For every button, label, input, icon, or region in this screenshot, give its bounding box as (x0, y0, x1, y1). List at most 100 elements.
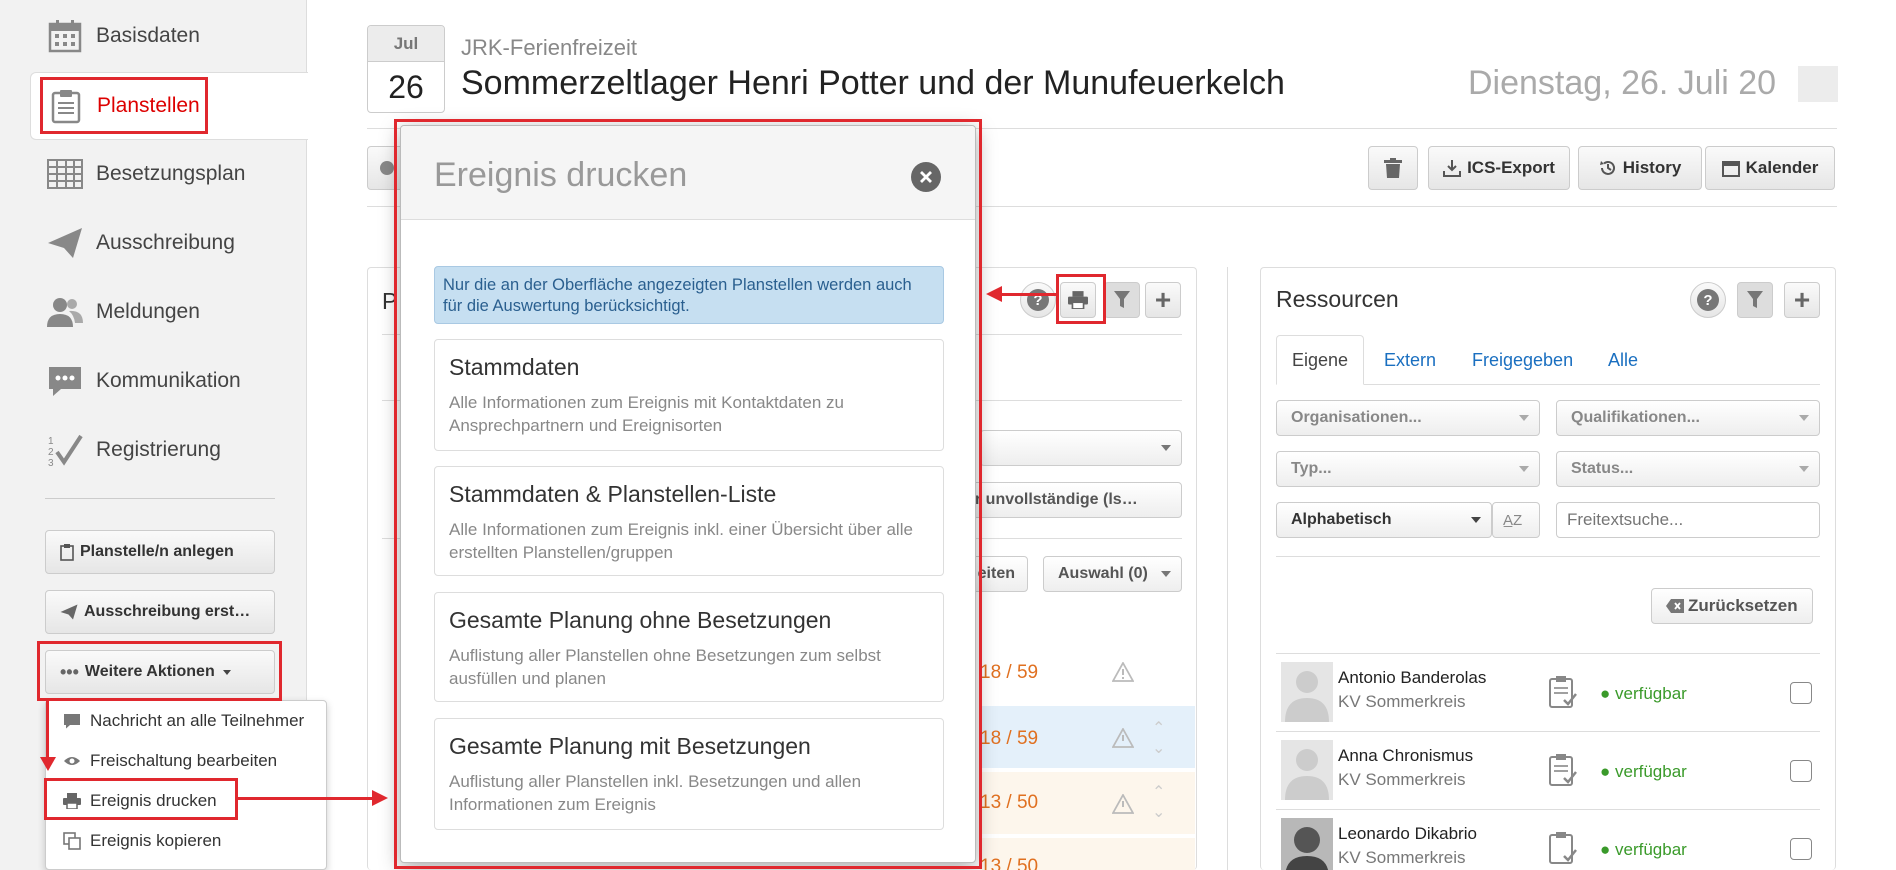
eye-icon (62, 751, 82, 771)
create-planstelle-button[interactable]: Planstelle/n anlegen (45, 530, 275, 574)
tab-extern[interactable]: Extern (1384, 350, 1436, 371)
printer-icon (1068, 291, 1088, 309)
calendar-button[interactable]: Kalender (1705, 146, 1835, 190)
button-label: Planstelle/n anlegen (80, 543, 234, 560)
help-button[interactable]: ? (1020, 282, 1056, 318)
more-actions-button[interactable]: ••• Weitere Aktionen (45, 650, 275, 694)
print-option-stammdaten[interactable]: Stammdaten Alle Informationen zum Ereign… (434, 339, 944, 451)
plus-icon: + (1154, 284, 1172, 315)
print-option-ohne-besetzungen[interactable]: Gesamte Planung ohne Besetzungen Auflist… (434, 592, 944, 702)
status-select[interactable]: Status... (1556, 451, 1820, 487)
table-row[interactable]: 18 / 59 ⌃ ⌄ (980, 706, 1195, 768)
menu-item-message-all[interactable]: Nachricht an alle Teilnehmer (46, 701, 326, 741)
sidebar-item-kommunikation[interactable]: Kommunikation (30, 347, 308, 415)
clipboard-icon (60, 543, 74, 561)
tab-alle[interactable]: Alle (1608, 350, 1638, 371)
button-label: Zurücksetzen (1688, 596, 1798, 615)
resource-row[interactable]: Anna Chronismus KV Sommerkreis ● verfügb… (1276, 731, 1820, 809)
filter-button[interactable] (1104, 282, 1140, 318)
organisations-select[interactable]: Organisationen... (1276, 400, 1540, 436)
annotation-arrow-line (1002, 293, 1056, 296)
annotation-arrowhead (372, 790, 388, 806)
sidebar-item-meldungen[interactable]: Meldungen (30, 278, 308, 346)
tab-freigegeben[interactable]: Freigegeben (1472, 350, 1573, 371)
menu-item-print-event[interactable]: Ereignis drucken (46, 781, 326, 821)
date-badge: Jul 26 (367, 25, 445, 113)
date-badge-day: 26 (388, 68, 424, 105)
filter-icon (1747, 291, 1763, 309)
table-row[interactable]: 13 / 50 (980, 838, 1195, 870)
clipboard-check-icon[interactable] (1548, 752, 1578, 793)
delete-button[interactable] (1368, 146, 1418, 190)
print-button[interactable] (1060, 282, 1096, 318)
modal-title: Ereignis drucken (434, 156, 688, 194)
sidebar-item-label: Registrierung (96, 438, 221, 461)
select-checkbox[interactable] (1790, 682, 1812, 704)
sort-direction-button[interactable]: A̲Z (1492, 502, 1540, 538)
grid-icon (46, 155, 84, 193)
resource-row[interactable]: Leonardo Dikabrio KV Sommerkreis ● verfü… (1276, 809, 1820, 870)
resource-org: KV Sommerkreis (1338, 848, 1466, 867)
sidebar-item-ausschreibung[interactable]: Ausschreibung (30, 209, 308, 277)
create-tender-button[interactable]: Ausschreibung erst… (45, 590, 275, 634)
option-description: Alle Informationen zum Ereignis inkl. ei… (449, 520, 913, 562)
help-button[interactable]: ? (1690, 282, 1726, 318)
sidebar-item-besetzungsplan[interactable]: Besetzungsplan (30, 140, 308, 208)
button-label: Ausschreibung erst… (84, 603, 251, 620)
tab-eigene[interactable]: Eigene (1276, 335, 1364, 385)
menu-item-copy-event[interactable]: Ereignis kopieren (46, 821, 326, 861)
event-category: JRK-Ferienfreizeit (461, 35, 638, 60)
button-label: Weitere Aktionen (84, 663, 215, 680)
sort-select[interactable]: Alphabetisch (1276, 502, 1492, 538)
search-input[interactable] (1556, 502, 1820, 538)
resource-org: KV Sommerkreis (1338, 692, 1466, 711)
sort-icon[interactable]: ⌃ ⌄ (1152, 718, 1165, 758)
clipboard-check-icon[interactable] (1548, 674, 1578, 715)
print-option-mit-besetzungen[interactable]: Gesamte Planung mit Besetzungen Auflistu… (434, 718, 944, 830)
count-label: 13 / 50 (980, 792, 1039, 813)
close-icon[interactable] (911, 162, 941, 192)
print-option-stammdaten-planstellen[interactable]: Stammdaten & Planstellen-Liste Alle Info… (434, 466, 944, 576)
history-button[interactable]: History (1578, 146, 1702, 190)
add-button[interactable]: + (1784, 282, 1820, 318)
warning-icon (1111, 661, 1135, 687)
menu-item-label: Nachricht an alle Teilnehmer (90, 711, 305, 730)
count-label: 13 / 50 (980, 856, 1039, 870)
clipboard-check-icon[interactable] (1548, 830, 1578, 870)
resource-row[interactable]: Antonio Banderolas KV Sommerkreis ● verf… (1276, 653, 1820, 731)
select-label: Alphabetisch (1291, 511, 1392, 528)
select-checkbox[interactable] (1790, 838, 1812, 860)
calendar-icon (1721, 159, 1740, 177)
button-label: History (1622, 158, 1682, 177)
table-row[interactable]: 18 / 59 (980, 640, 1195, 702)
ics-export-button[interactable]: ICS-Export (1428, 146, 1570, 190)
resource-name: Antonio Banderolas (1338, 668, 1487, 687)
reset-button[interactable]: Zurücksetzen (1651, 588, 1813, 624)
sidebar-item-planstellen[interactable]: Planstellen (30, 72, 308, 140)
sidebar-item-basisdaten[interactable]: Basisdaten (30, 2, 308, 70)
info-alert: Nur die an der Oberfläche angezeigten Pl… (434, 266, 944, 324)
calendar-icon (46, 17, 84, 55)
selection-dropdown[interactable]: Auswahl (0) (1043, 556, 1182, 592)
menu-item-edit-release[interactable]: Freischaltung bearbeiten (46, 741, 326, 781)
qualifications-select[interactable]: Qualifikationen... (1556, 400, 1820, 436)
sort-icon[interactable]: ⌃ ⌄ (1152, 782, 1165, 822)
page-title: Sommerzeltlager Henri Potter und der Mun… (461, 64, 1285, 102)
select-checkbox[interactable] (1790, 760, 1812, 782)
planstellen-select[interactable] (980, 430, 1182, 466)
type-select[interactable]: Typ... (1276, 451, 1540, 487)
count-label: 18 / 59 (980, 662, 1039, 683)
sort-az-icon: A̲Z (1503, 511, 1523, 529)
plus-icon: + (1793, 284, 1811, 315)
annotation-arrowhead (986, 286, 1002, 302)
button-label: ICS-Export (1467, 158, 1555, 177)
clipboard-icon (47, 87, 85, 125)
sidebar-item-registrierung[interactable]: 123 Registrierung (30, 416, 308, 484)
panel-title: P (382, 288, 398, 314)
status-text: verfügbar (1615, 762, 1687, 781)
add-button[interactable]: + (1145, 282, 1181, 318)
filter-button[interactable] (1737, 282, 1773, 318)
table-row[interactable]: 13 / 50 ⌃ ⌄ (980, 772, 1195, 834)
more-actions-menu: Nachricht an alle Teilnehmer Freischaltu… (45, 700, 327, 870)
incomplete-filter[interactable]: r unvollständige (ls… (960, 482, 1182, 518)
